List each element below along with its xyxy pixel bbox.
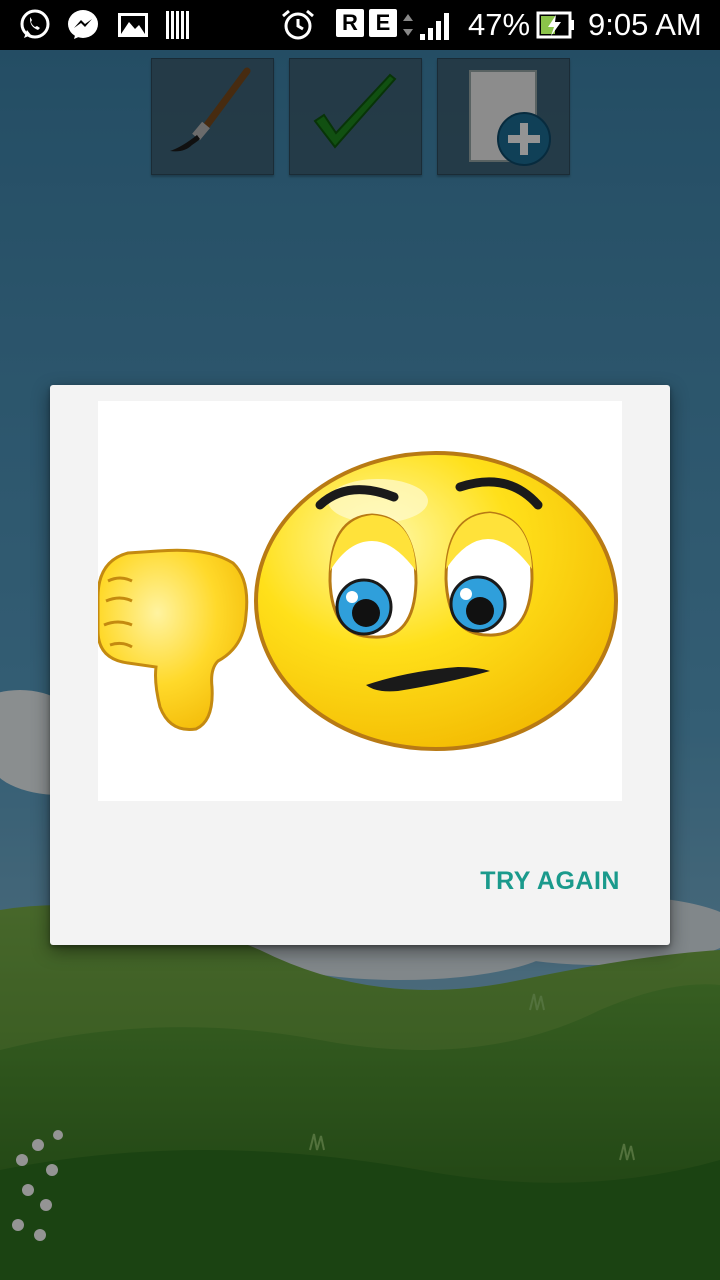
app-screen: R E 47% 9:05 AM TRY AGAIN xyxy=(0,0,720,1280)
messenger-icon xyxy=(68,10,98,39)
sad-emoji-illustration xyxy=(96,451,618,751)
result-dialog: TRY AGAIN xyxy=(50,385,670,945)
alarm-icon xyxy=(282,9,314,40)
battery-percent: 47% xyxy=(468,7,531,42)
clock-time: 9:05 AM xyxy=(588,7,702,42)
barcode-icon xyxy=(166,11,189,39)
whatsapp-icon xyxy=(20,9,50,39)
sad-emoji-thumbs-down-image xyxy=(96,401,622,801)
thumbs-down-hand xyxy=(96,548,249,732)
network-badge-r: R xyxy=(336,9,364,37)
network-badge-e: E xyxy=(369,9,397,37)
signal-icon xyxy=(420,13,449,40)
battery-charging-icon xyxy=(536,11,574,39)
try-again-button[interactable]: TRY AGAIN xyxy=(480,863,620,900)
gallery-icon xyxy=(118,13,148,37)
data-activity-icon xyxy=(403,14,413,36)
sad-face xyxy=(254,451,618,751)
status-bar: R E 47% 9:05 AM xyxy=(0,0,720,50)
